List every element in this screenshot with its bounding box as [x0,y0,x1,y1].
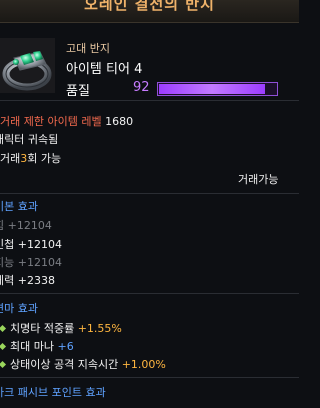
refine-effect-row: 치명타 적중률 +1.55% [0,320,122,336]
bind-status: 캐릭터 귀속됨 [0,133,59,146]
item-tier: 아이템 티어 4 [66,62,143,77]
refine-effect-value: +1.00% [121,358,166,371]
stat-value: +12104 [17,256,62,269]
item-grade: 고대 반지 [66,42,110,55]
tradable-status: 거래가능 [238,173,279,186]
item-level-requirement: 거래 제한 아이템 레벨 1680 [0,113,133,129]
divider [0,293,299,294]
quality-bar [157,82,278,96]
stat-row: 민첩 +12104 [0,236,62,252]
trade-prefix: 거래 [0,152,21,165]
refine-effect-row: 상태이상 공격 지속시간 +1.00% [0,356,166,372]
tooltip-title-bar: 오레인 결전의 반지 [0,0,299,23]
basic-effects-header: 기본 효과 [0,200,38,213]
refine-effect-name: 치명타 적중률 [10,322,75,335]
refine-effect-row: 최대 마나 +6 [0,338,74,354]
stat-name: 체력 [0,274,15,287]
refine-effects-header: 연마 효과 [0,302,38,315]
requirement-label: 거래 제한 아이템 레벨 [0,115,102,128]
divider [0,100,299,101]
quality-value: 92 [133,80,150,95]
ark-passive-header: 아크 패시브 포인트 효과 [0,386,106,399]
requirement-value: 1680 [105,115,134,128]
divider [0,377,299,378]
stat-name: 지능 [0,256,15,269]
stat-value: +12104 [17,238,62,251]
ring-icon [0,38,55,93]
stat-row: 체력 +2338 [0,272,55,288]
quality-label: 품질 [66,84,90,99]
trade-suffix: 회 가능 [27,152,62,165]
quality-bar-fill [159,84,265,94]
diamond-bullet-icon [0,360,7,369]
item-name: 오레인 결전의 반지 [84,0,215,13]
refine-effect-name: 최대 마나 [10,340,54,353]
stat-row: 힘 +12104 [0,217,52,233]
stat-value: +2338 [17,274,55,287]
stat-value: +12104 [7,219,52,232]
refine-effect-value: +6 [57,340,74,353]
diamond-bullet-icon [0,324,7,333]
stat-name: 힘 [0,219,4,232]
divider [0,193,299,194]
stat-name: 민첩 [0,238,15,251]
stat-row: 지능 +12104 [0,254,62,270]
refine-effect-name: 상태이상 공격 지속시간 [10,358,119,371]
diamond-bullet-icon [0,342,7,351]
trade-count: 거래3회 가능 [0,150,61,166]
refine-effect-value: +1.55% [77,322,122,335]
